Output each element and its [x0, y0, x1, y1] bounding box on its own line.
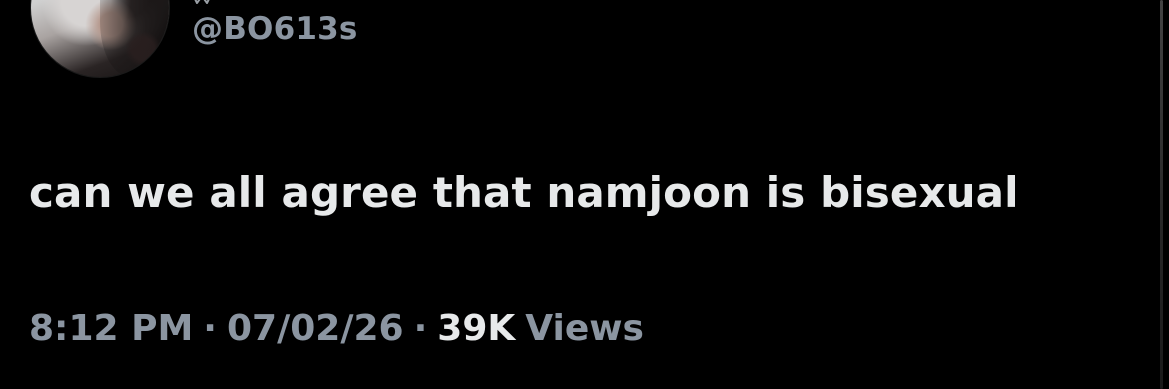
user-handle[interactable]: @BO613s: [192, 14, 358, 45]
tweet-time[interactable]: 8:12 PM: [29, 311, 193, 347]
profile-avatar[interactable]: [30, 0, 170, 78]
tweet-card: @BO613s can we all agree that namjoon is…: [0, 0, 1169, 389]
views-label[interactable]: Views: [525, 311, 644, 347]
badge-icon-svg: [194, 0, 210, 4]
tweet-text: can we all agree that namjoon is bisexua…: [29, 168, 1019, 217]
tweet-meta: 8:12 PM · 07/02/26 · 39K Views: [29, 311, 644, 347]
avatar-shadow-shape: [125, 31, 161, 67]
meta-separator: ·: [203, 308, 217, 349]
tweet-date[interactable]: 07/02/26: [227, 311, 404, 347]
views-count[interactable]: 39K: [437, 311, 515, 347]
scrollbar[interactable]: [1160, 0, 1163, 389]
meta-separator: ·: [413, 308, 428, 349]
badge-icon: [191, 0, 213, 6]
